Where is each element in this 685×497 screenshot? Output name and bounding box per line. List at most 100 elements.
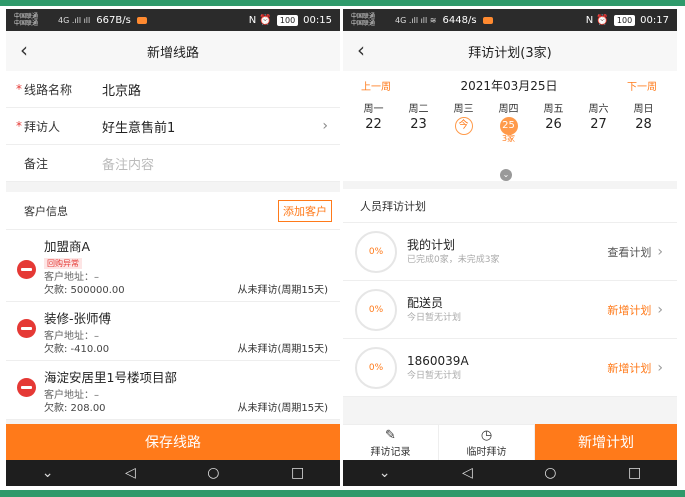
customer-section-title: 客户信息 [24, 204, 68, 218]
customer-name: 装修-张师傅 [44, 311, 112, 326]
nav-back-icon[interactable]: ◁ [125, 465, 136, 481]
nav-recent-icon[interactable]: □ [291, 465, 304, 481]
required-mark: * [16, 82, 22, 96]
battery-icon: 100 [276, 14, 299, 26]
nav-back-icon[interactable]: ◁ [462, 465, 473, 481]
visit-record-button[interactable]: ✎ 拜访记录 [343, 424, 439, 460]
remark-row[interactable]: 备注 备注内容 [6, 145, 340, 182]
screenshot-frame: 中国联通 中国联通 4G .ıll ıll 667B/s N ⏰ 100 00:… [0, 0, 685, 497]
plan-summary: 已完成0家，未完成3家 [407, 254, 500, 265]
remove-icon[interactable] [17, 378, 36, 397]
remark-label: 备注 [24, 156, 49, 171]
nav-down-icon[interactable]: ⌄ [42, 465, 54, 481]
network-speed: 6448/s [442, 14, 477, 26]
nfc-alarm-icon: N ⏰ [585, 14, 609, 26]
signal-icon: 4G .ıll ıll ≋ [395, 15, 437, 25]
route-name-label: 线路名称 [24, 82, 73, 97]
status-bar: 中国联通 中国联通 4G .ıll ıll 667B/s N ⏰ 100 00:… [6, 9, 340, 31]
signal-icon: 4G .ıll ıll [58, 15, 91, 25]
visitor-row[interactable]: * 拜访人 好生意售前1 › [6, 108, 340, 145]
status-badge: 回购异常 [44, 258, 82, 269]
customer-debt: 欠款: 208.00 [44, 403, 106, 414]
list-item[interactable]: 0% 我的计划 已完成0家，未完成3家 查看计划 › [343, 223, 677, 281]
list-item: 加盟商A 回购异常 客户地址：– 欠款: 500000.00 从未拜访(周期15… [6, 230, 340, 302]
system-nav-bar: ⌄ ◁ ○ □ [6, 460, 340, 486]
nav-recent-icon[interactable]: □ [628, 465, 641, 481]
customer-address: 客户地址：– [44, 390, 99, 401]
nav-home-icon[interactable]: ○ [544, 465, 556, 481]
customer-name: 加盟商A [44, 239, 91, 254]
week-nav: 上一周 2021年03月25日 下一周 [343, 71, 677, 95]
progress-ring: 0% [355, 288, 397, 331]
visit-status: 从未拜访(周期15天) [237, 344, 328, 355]
new-plan-button[interactable]: 新增计划 [535, 424, 677, 460]
notification-icon [136, 16, 147, 24]
chevron-right-icon: › [657, 359, 663, 376]
next-week-link[interactable]: 下一周 [627, 78, 657, 93]
add-plan-link[interactable]: 新增计划 [607, 360, 651, 376]
week-calendar: 上一周 2021年03月25日 下一周 周一 22 周二 23 周三 今 周四 … [343, 71, 677, 181]
customer-address: 客户地址：– [44, 331, 99, 342]
day-tue[interactable]: 周二 23 [396, 103, 441, 143]
nav-down-icon[interactable]: ⌄ [379, 465, 391, 481]
progress-ring: 0% [355, 230, 397, 273]
nav-bar: ‹ 拜访计划(3家) [343, 31, 677, 71]
today-marker: 今 [454, 117, 473, 135]
list-item: 海淀安居里1号楼项目部 客户地址：– 欠款: 208.00 从未拜访(周期15天… [6, 361, 340, 420]
nav-bar: ‹ 新增线路 [6, 31, 340, 71]
bottom-action-bar: ✎ 拜访记录 ◷ 临时拜访 新增计划 [343, 424, 677, 460]
selected-day-marker: 25 [499, 117, 518, 135]
remove-icon[interactable] [17, 319, 36, 338]
route-name-input[interactable]: 北京路 [102, 80, 328, 99]
back-icon[interactable]: ‹ [20, 39, 28, 61]
nav-home-icon[interactable]: ○ [207, 465, 219, 481]
customer-address: 客户地址：– [44, 272, 99, 283]
view-plan-link[interactable]: 查看计划 [607, 244, 651, 260]
day-thu[interactable]: 周四 25 3家 [486, 103, 531, 143]
day-sat[interactable]: 周六 27 [576, 103, 621, 143]
day-wed[interactable]: 周三 今 [441, 103, 486, 143]
customer-name: 海淀安居里1号楼项目部 [44, 370, 177, 385]
day-fri[interactable]: 周五 26 [531, 103, 576, 143]
list-item[interactable]: 0% 配送员 今日暂无计划 新增计划 › [343, 281, 677, 339]
current-date: 2021年03月25日 [460, 78, 558, 93]
back-icon[interactable]: ‹ [357, 39, 365, 61]
visitor-select[interactable]: 好生意售前1 [102, 117, 322, 136]
page-title: 新增线路 [146, 45, 199, 61]
temp-visit-button[interactable]: ◷ 临时拜访 [439, 424, 535, 460]
customer-debt: 欠款: 500000.00 [44, 285, 125, 296]
prev-week-link[interactable]: 上一周 [361, 78, 391, 93]
route-name-row[interactable]: * 线路名称 北京路 [6, 71, 340, 108]
remark-input[interactable]: 备注内容 [102, 154, 328, 173]
customer-debt: 欠款: -410.00 [44, 344, 110, 355]
phone-new-route: 中国联通 中国联通 4G .ıll ıll 667B/s N ⏰ 100 00:… [6, 9, 340, 486]
day-sun[interactable]: 周日 28 [621, 103, 666, 143]
day-count: 3家 [501, 134, 516, 143]
chevron-right-icon: › [657, 243, 663, 260]
carrier-label: 中国联通 中国联通 [351, 13, 376, 27]
status-bar: 中国联通 中国联通 4G .ıll ıll ≋ 6448/s N ⏰ 100 0… [343, 9, 677, 31]
phone-visit-plan: 中国联通 中国联通 4G .ıll ıll ≋ 6448/s N ⏰ 100 0… [343, 9, 677, 486]
plans-section-title: 人员拜访计划 [343, 189, 677, 223]
list-item[interactable]: 0% 1860039A 今日暂无计划 新增计划 › [343, 339, 677, 397]
plan-name: 1860039A [407, 353, 469, 368]
add-plan-link[interactable]: 新增计划 [607, 302, 651, 318]
chevron-down-icon[interactable]: ⌄ [500, 169, 512, 181]
notification-icon [482, 16, 493, 24]
required-mark: * [16, 119, 22, 133]
pencil-icon: ✎ [385, 427, 396, 443]
carrier-label: 中国联通 中国联通 [14, 13, 39, 27]
system-nav-bar: ⌄ ◁ ○ □ [343, 460, 677, 486]
customer-section-header: 客户信息 添加客户 [6, 192, 340, 230]
visitor-label: 拜访人 [24, 119, 61, 134]
add-customer-button[interactable]: 添加客户 [278, 199, 332, 222]
plan-summary: 今日暂无计划 [407, 312, 462, 323]
progress-ring: 0% [355, 346, 397, 389]
clock: 00:15 [303, 14, 332, 26]
remove-icon[interactable] [17, 260, 36, 279]
chevron-right-icon: › [657, 301, 663, 318]
day-mon[interactable]: 周一 22 [351, 103, 396, 143]
save-route-button[interactable]: 保存线路 [6, 424, 340, 460]
plan-summary: 今日暂无计划 [407, 370, 462, 381]
network-speed: 667B/s [96, 14, 131, 26]
